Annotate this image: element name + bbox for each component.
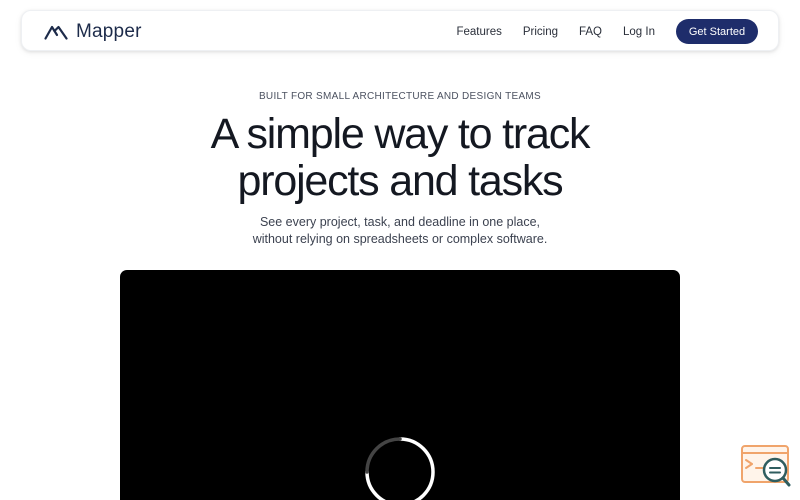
landing-page: Mapper Features Pricing FAQ Log In Get S…	[0, 0, 800, 500]
feedback-widget-button[interactable]	[740, 444, 792, 490]
hero-eyebrow: BUILT FOR SMALL ARCHITECTURE AND DESIGN …	[258, 91, 542, 102]
brand-name: Mapper	[76, 20, 142, 42]
hero-headline-line-2: projects and tasks	[237, 157, 564, 205]
brand-link[interactable]: Mapper	[44, 11, 142, 52]
get-started-button[interactable]: Get Started	[676, 19, 758, 44]
navbar: Mapper Features Pricing FAQ Log In Get S…	[21, 10, 779, 51]
demo-video-player[interactable]	[120, 270, 680, 500]
hero-subhead: See every project, task, and deadline in…	[0, 214, 800, 247]
hero-subhead-line-2: without relying on spreadsheets or compl…	[252, 231, 548, 246]
hero-headline: A simple way to track projects and tasks	[0, 111, 800, 205]
mountain-logo-icon	[44, 25, 68, 40]
nav-link-login[interactable]: Log In	[623, 26, 655, 38]
hero-headline-line-1: A simple way to track	[210, 110, 591, 158]
feedback-search-icon	[741, 445, 791, 487]
loading-spinner-icon	[365, 437, 435, 500]
nav-links: Features Pricing FAQ Log In Get Started	[456, 11, 758, 52]
nav-link-faq[interactable]: FAQ	[579, 26, 602, 38]
hero-subhead-line-1: See every project, task, and deadline in…	[259, 215, 541, 229]
nav-link-features[interactable]: Features	[456, 26, 501, 38]
nav-link-pricing[interactable]: Pricing	[523, 26, 558, 38]
